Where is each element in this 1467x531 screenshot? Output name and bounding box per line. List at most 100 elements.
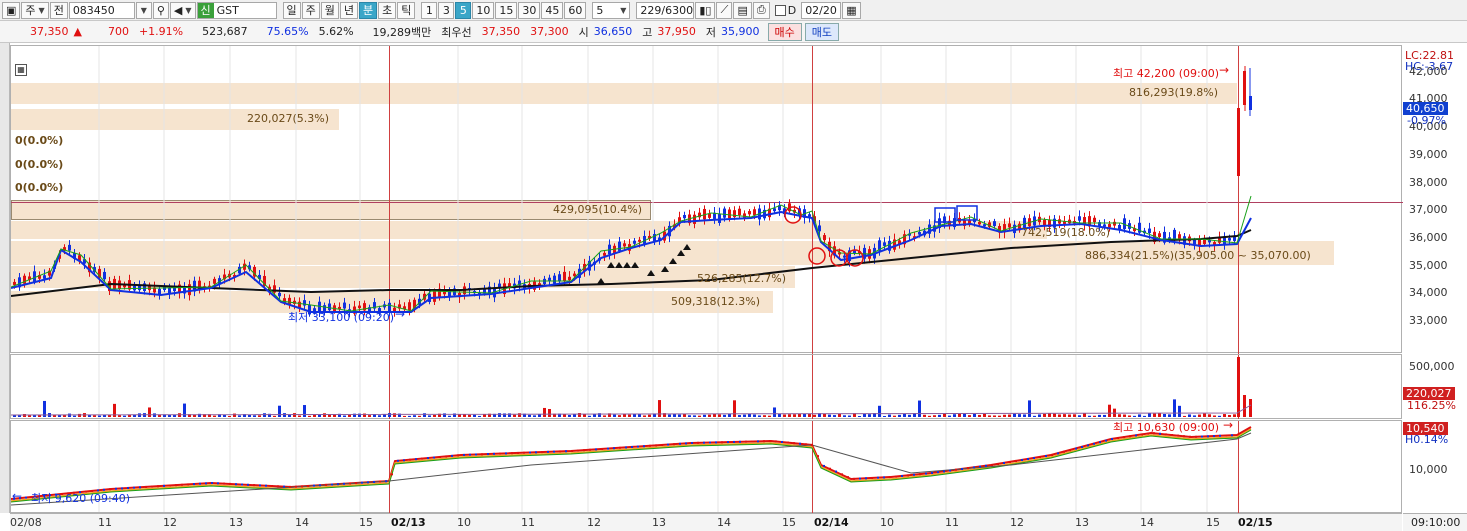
period-week-button[interactable]: 주 [301, 1, 320, 19]
mode-week-select[interactable]: 주 ▼ [21, 1, 49, 19]
candle-body [13, 281, 16, 285]
interval-label: 45 [545, 3, 560, 17]
candle-body [343, 302, 346, 309]
indicator-dot [979, 465, 981, 468]
bid-price: 37,300 [530, 25, 569, 38]
indicator-dot [631, 446, 633, 448]
indicator-panel[interactable]: 최고 10,630 (09:00) → ← 최저 9,620 (09:40) [10, 418, 1402, 513]
volume-bar [1203, 413, 1206, 417]
indicator-dot [1039, 456, 1041, 458]
buy-button[interactable]: 매수 [767, 22, 802, 41]
indicator-dot [949, 469, 951, 472]
chart-settings-icon[interactable]: ▣ [2, 1, 21, 19]
indicator-dot [913, 473, 915, 476]
interval-5-button[interactable]: 5 [455, 1, 472, 19]
period-tick-button[interactable]: 틱 [397, 1, 416, 19]
volume-bar [408, 415, 411, 417]
indicator-dot [721, 441, 723, 444]
date-checkbox-group[interactable]: D [771, 2, 800, 19]
data-count-field[interactable]: 229/6300 [636, 1, 695, 19]
time-tick: 14 [295, 516, 309, 529]
price-tick: 36,000 [1409, 231, 1448, 244]
volume-bar [563, 414, 566, 417]
save-icon[interactable]: ▤ [733, 1, 752, 19]
date-field[interactable]: 02/20 [801, 1, 842, 19]
high-price-annotation: 최고 42,200 (09:00) [1113, 67, 1220, 80]
interval-10-button[interactable]: 10 [472, 1, 495, 19]
period-month-button[interactable]: 월 [320, 1, 339, 19]
indicator-dot [763, 440, 765, 443]
volume-axis: 500,000 220,027 116.25% [1403, 354, 1467, 419]
volume-bar [1233, 414, 1236, 417]
volume-bar [693, 415, 696, 417]
interval-3-button[interactable]: 3 [438, 1, 455, 19]
volume-bar [1198, 414, 1201, 417]
period-label: 틱 [401, 4, 412, 17]
volume-bar [883, 415, 886, 417]
indicator-dot [145, 485, 147, 488]
candle-icon[interactable]: ▮▯ [695, 1, 716, 19]
volume-panel[interactable] [10, 354, 1402, 419]
speaker-icon[interactable]: ◀ ▼ [169, 1, 196, 19]
date-checkbox[interactable] [774, 4, 786, 16]
interval-30-button[interactable]: 30 [518, 1, 541, 19]
price-panel[interactable]: ▦ 816,293(19.8%) 220,027(5.3%) 0(0.0%) 0… [10, 45, 1403, 354]
candle-body [188, 284, 191, 296]
period-minute-button[interactable]: 분 [359, 1, 378, 19]
vp-label: 526,285(12.7%) [697, 272, 787, 285]
buy-signal-arrow [623, 262, 631, 268]
candle-body [568, 276, 571, 281]
indicator-dot [397, 459, 399, 462]
indicator-dot [373, 480, 375, 483]
indicator-dot [301, 485, 303, 488]
stock-code-value: 083450 [72, 3, 115, 17]
sell-button[interactable]: 매도 [804, 22, 840, 41]
period-label: 년 [343, 4, 354, 17]
candle-body [618, 241, 621, 251]
volume-bar [648, 414, 651, 417]
period-year-button[interactable]: 년 [339, 1, 358, 19]
volume-bar [698, 415, 701, 417]
interval-1-button[interactable]: 1 [421, 1, 438, 19]
volume-bar [978, 414, 981, 417]
draw-tool-icon[interactable]: ⟋ [716, 1, 733, 19]
vp-label: 0(0.0%) [15, 134, 64, 147]
interval-select[interactable]: 5 ▼ [592, 1, 631, 19]
indicator-dot [307, 485, 309, 488]
stock-name-field[interactable]: 신 GST [196, 1, 277, 19]
search-icon[interactable]: ⚲ [152, 1, 169, 19]
print-icon[interactable]: ⎙ [752, 1, 770, 19]
volume-bar [958, 413, 961, 417]
indicator-dot [781, 440, 783, 443]
table-icon[interactable]: ▦ [15, 64, 27, 76]
indicator-dot [1123, 436, 1125, 439]
code-dropdown-button[interactable]: ▼ [135, 1, 152, 19]
mode-all-button[interactable]: 전 [49, 1, 68, 19]
interval-60-button[interactable]: 60 [564, 1, 587, 19]
indicator-dot [265, 484, 267, 487]
volume-bar [368, 415, 371, 417]
volume-bar [953, 414, 956, 417]
stock-code-input[interactable]: 083450 [68, 1, 135, 19]
current-price-pct: -0.97% [1407, 114, 1446, 127]
indicator-dot [511, 452, 513, 455]
chart-left-rail[interactable] [0, 43, 10, 513]
price-tick: 38,000 [1409, 176, 1448, 189]
volume-bar [843, 415, 846, 417]
interval-15-button[interactable]: 15 [495, 1, 518, 19]
indicator-dot [619, 446, 621, 449]
indicator-dot [985, 464, 987, 467]
buy-signal-arrow [607, 262, 615, 268]
period-day-button[interactable]: 일 [282, 1, 301, 19]
indicator-dot [625, 446, 627, 449]
time-tick: 15 [782, 516, 796, 529]
indicator-dot [1033, 457, 1035, 459]
period-second-button[interactable]: 초 [378, 1, 397, 19]
mode-all-label: 전 [53, 4, 64, 17]
interval-45-button[interactable]: 45 [541, 1, 564, 19]
volume-bar [278, 405, 281, 417]
candle-body [633, 240, 636, 244]
indicator-dot [1093, 442, 1095, 445]
volume-bar [263, 413, 266, 417]
calendar-icon[interactable]: ▦ [842, 1, 861, 19]
